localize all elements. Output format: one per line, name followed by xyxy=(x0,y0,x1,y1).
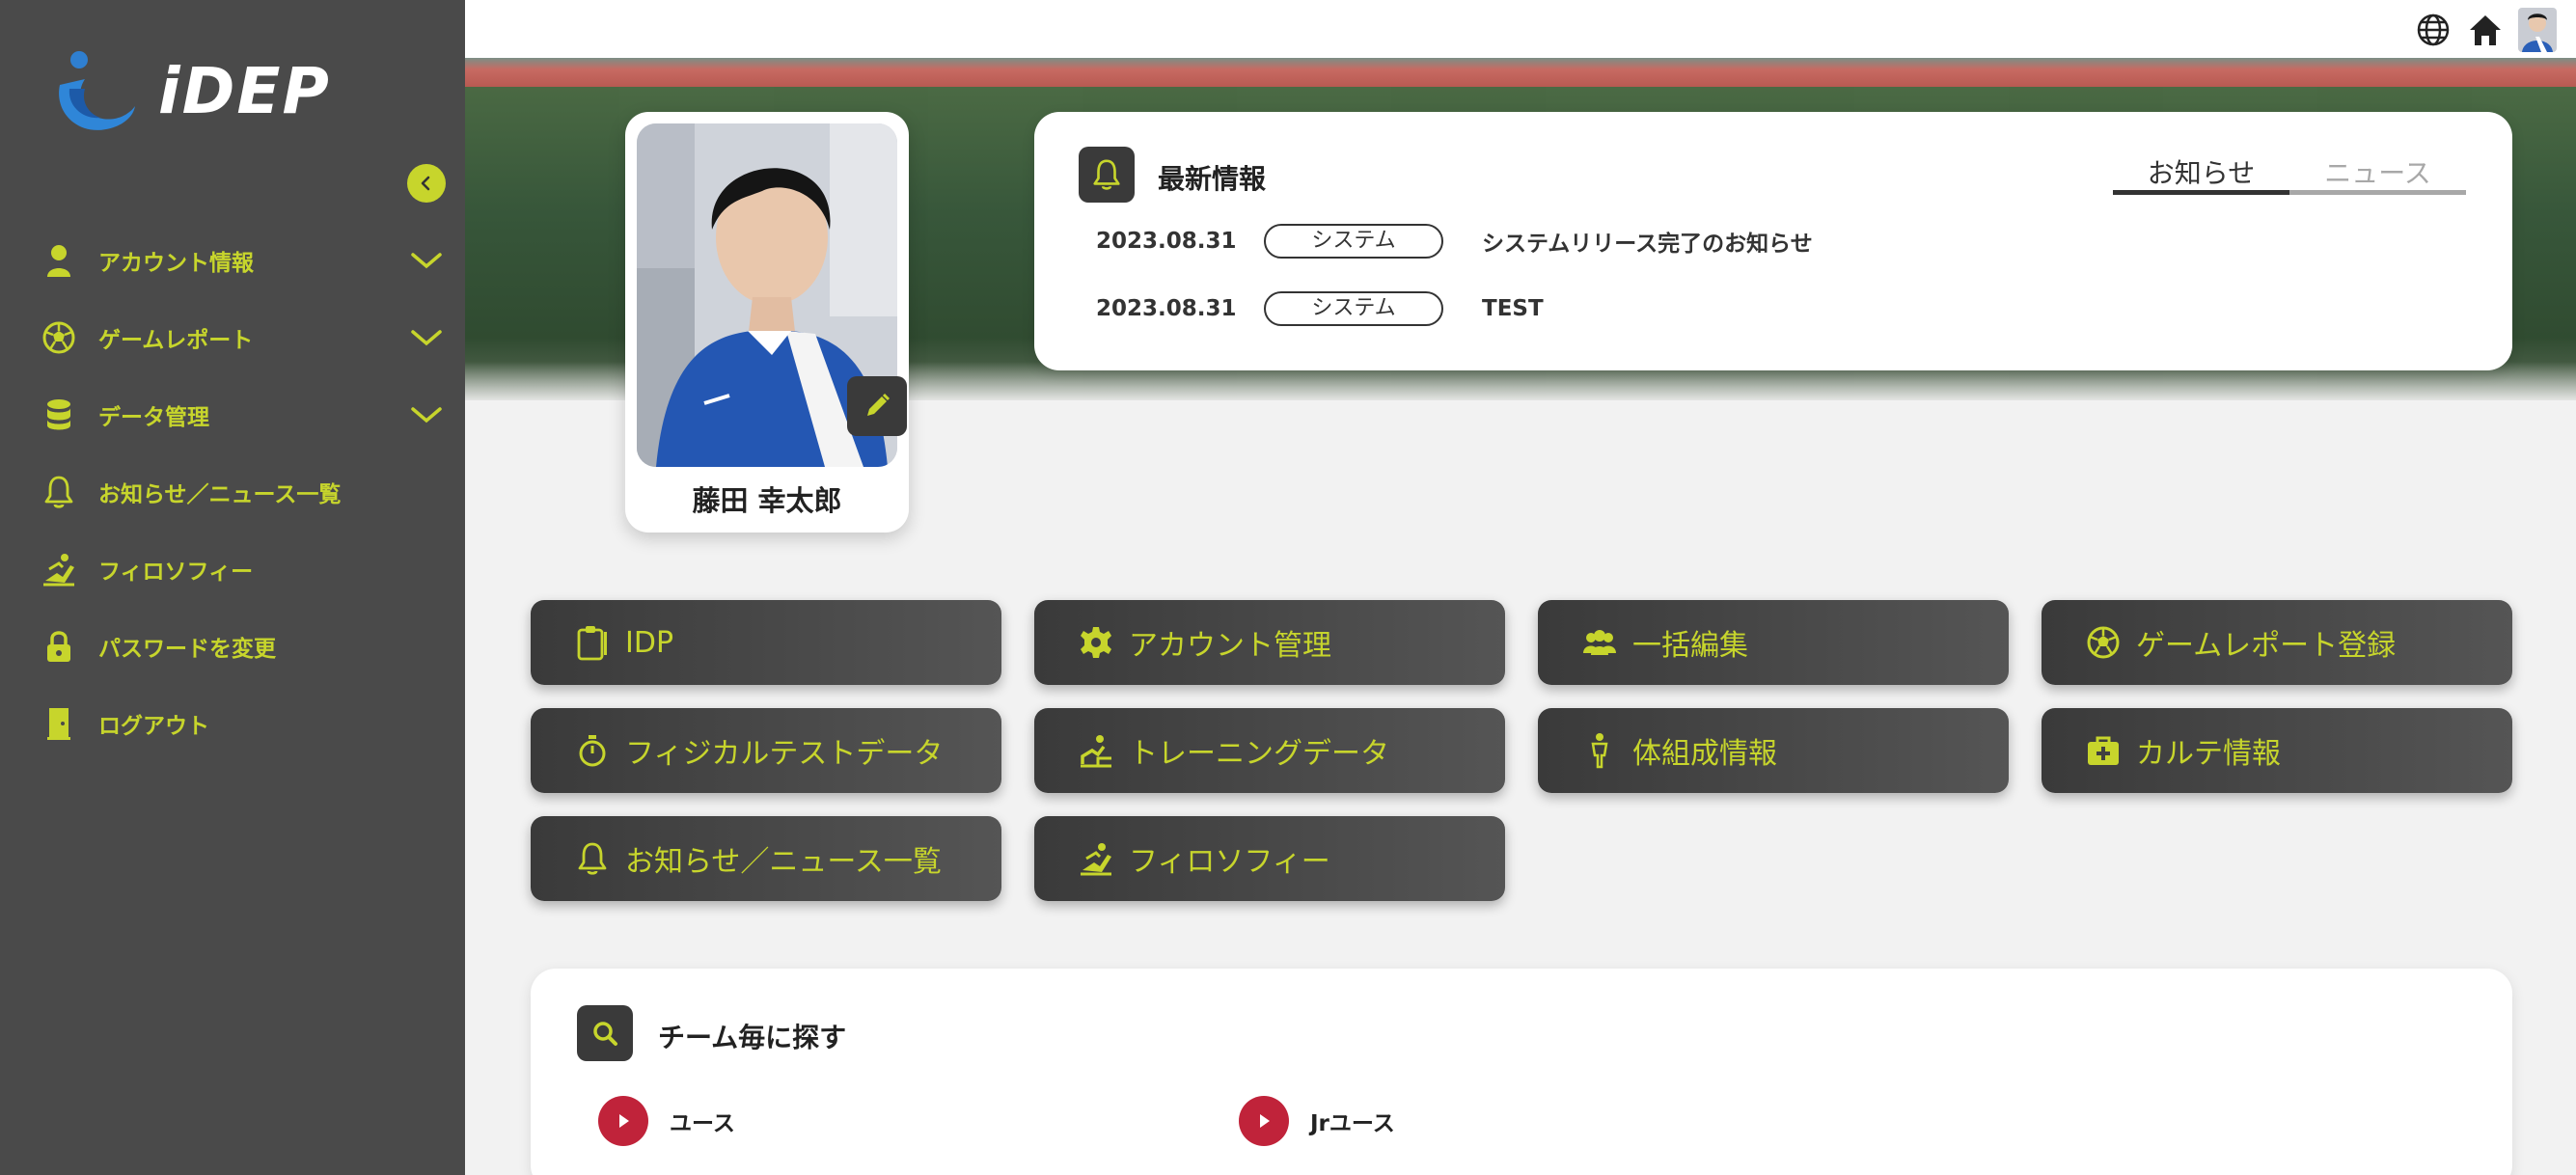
sidebar-item-label: フィロソフィー xyxy=(98,560,254,585)
sidebar-nav: アカウント情報 ゲームレポート データ管理 お知らせ／ニュース一覧 フィロソフィ… xyxy=(0,222,465,762)
news-card: 最新情報 お知らせ ニュース 2023.08.31 システム システムリリース完… xyxy=(1034,112,2512,370)
sidebar-item-label: お知らせ／ニュース一覧 xyxy=(98,482,342,507)
medical-kit-icon xyxy=(2084,731,2123,770)
avatar[interactable] xyxy=(2518,8,2557,52)
sidebar-item-label: アカウント情報 xyxy=(98,251,254,276)
edit-profile-button[interactable] xyxy=(847,376,907,436)
menu-button-label: 一括編集 xyxy=(1632,629,1748,663)
menu-button-news-list[interactable]: お知らせ／ニュース一覧 xyxy=(531,816,1001,901)
profile-card: 藤田 幸太郎 xyxy=(625,112,909,533)
stopwatch-icon xyxy=(573,731,612,770)
play-icon xyxy=(598,1096,648,1146)
philosophy-icon xyxy=(1077,839,1115,878)
soccer-ball-icon xyxy=(2084,623,2123,662)
training-icon xyxy=(1077,731,1115,770)
pencil-icon xyxy=(867,393,891,416)
soccer-ball-icon xyxy=(41,319,77,356)
globe-icon[interactable] xyxy=(2414,10,2453,50)
menu-button-idp[interactable]: IDP xyxy=(531,600,1001,685)
chevron-left-icon xyxy=(421,176,430,191)
menu-button-label: ゲームレポート登録 xyxy=(2136,629,2397,663)
chevron-down-icon[interactable] xyxy=(409,322,444,353)
menu-button-bulk-edit[interactable]: 一括編集 xyxy=(1538,600,2009,685)
sidebar-item-news-list[interactable]: お知らせ／ニュース一覧 xyxy=(0,453,465,531)
news-date: 2023.08.31 xyxy=(1096,229,1237,254)
lock-icon xyxy=(41,628,77,665)
home-icon[interactable] xyxy=(2466,10,2505,50)
sidebar-item-label: ログアウト xyxy=(98,714,209,739)
logout-icon xyxy=(41,705,77,742)
body-icon xyxy=(1580,731,1619,770)
bell-icon xyxy=(1079,147,1135,203)
bell-icon xyxy=(573,839,612,878)
bell-icon xyxy=(41,474,77,510)
team-item-youth[interactable]: ユース xyxy=(598,1096,735,1146)
menu-button-label: 体組成情報 xyxy=(1632,737,1777,771)
sidebar: iDEP アカウント情報 ゲームレポート データ管理 お知らせ／ニュース一覧 フ… xyxy=(0,0,465,1175)
news-tabs: お知らせ ニュース xyxy=(2113,152,2466,195)
sidebar-item-label: パスワードを変更 xyxy=(98,637,276,662)
sidebar-item-change-password[interactable]: パスワードを変更 xyxy=(0,608,465,685)
logo-text: iDEP xyxy=(158,53,331,128)
logo-mark-icon xyxy=(59,51,135,130)
sidebar-item-label: データ管理 xyxy=(98,405,209,430)
menu-button-label: お知らせ／ニュース一覧 xyxy=(625,845,942,879)
top-icons xyxy=(2414,8,2557,52)
group-icon xyxy=(1580,623,1619,662)
sidebar-item-logout[interactable]: ログアウト xyxy=(0,685,465,762)
news-date: 2023.08.31 xyxy=(1096,296,1237,321)
menu-button-game-report-register[interactable]: ゲームレポート登録 xyxy=(2042,600,2512,685)
clipboard-icon xyxy=(573,623,612,662)
chevron-down-icon[interactable] xyxy=(409,245,444,276)
team-item-jr-youth[interactable]: Jrユース xyxy=(1239,1096,1395,1146)
news-row: 2023.08.31 システム システムリリース完了のお知らせ xyxy=(1096,222,1813,260)
menu-button-training-data[interactable]: トレーニングデータ xyxy=(1034,708,1505,793)
menu-button-account-management[interactable]: アカウント管理 xyxy=(1034,600,1505,685)
team-label: ユース xyxy=(670,1111,735,1136)
database-icon xyxy=(41,396,77,433)
play-icon xyxy=(1239,1096,1289,1146)
sidebar-item-game-report[interactable]: ゲームレポート xyxy=(0,299,465,376)
app-logo[interactable]: iDEP xyxy=(50,46,331,135)
menu-button-label: アカウント管理 xyxy=(1129,629,1331,663)
news-category-badge: システム xyxy=(1264,224,1443,259)
news-title: 最新情報 xyxy=(1158,163,1267,195)
news-row: 2023.08.31 システム TEST xyxy=(1096,289,1544,328)
sidebar-collapse-button[interactable] xyxy=(407,164,446,203)
gear-icon xyxy=(1077,623,1115,662)
menu-button-label: トレーニングデータ xyxy=(1129,737,1389,771)
menu-button-label: カルテ情報 xyxy=(2136,737,2281,771)
philosophy-icon xyxy=(41,551,77,588)
sidebar-item-philosophy[interactable]: フィロソフィー xyxy=(0,531,465,608)
team-search-card: チーム毎に探す ユース Jrユース xyxy=(531,969,2512,1175)
menu-button-label: IDP xyxy=(625,625,674,660)
menu-button-body-composition[interactable]: 体組成情報 xyxy=(1538,708,2009,793)
menu-button-medical-record[interactable]: カルテ情報 xyxy=(2042,708,2512,793)
chevron-down-icon[interactable] xyxy=(409,399,444,430)
profile-name: 藤田 幸太郎 xyxy=(692,484,842,517)
team-search-title: チーム毎に探す xyxy=(658,1022,847,1053)
tab-notices[interactable]: お知らせ xyxy=(2113,152,2289,195)
sidebar-item-data-management[interactable]: データ管理 xyxy=(0,376,465,453)
menu-button-philosophy[interactable]: フィロソフィー xyxy=(1034,816,1505,901)
sidebar-item-label: ゲームレポート xyxy=(98,328,254,353)
top-bar xyxy=(465,0,2576,58)
search-icon xyxy=(577,1005,633,1061)
user-icon xyxy=(41,242,77,279)
news-link[interactable]: TEST xyxy=(1482,296,1544,321)
menu-button-physical-test-data[interactable]: フィジカルテストデータ xyxy=(531,708,1001,793)
tab-news[interactable]: ニュース xyxy=(2289,152,2466,195)
banner-track xyxy=(465,58,2576,87)
team-label: Jrユース xyxy=(1310,1111,1395,1136)
news-link[interactable]: システムリリース完了のお知らせ xyxy=(1482,225,1813,258)
news-category-badge: システム xyxy=(1264,291,1443,326)
sidebar-item-account-info[interactable]: アカウント情報 xyxy=(0,222,465,299)
menu-button-label: フィジカルテストデータ xyxy=(625,737,944,771)
menu-button-label: フィロソフィー xyxy=(1129,845,1330,879)
